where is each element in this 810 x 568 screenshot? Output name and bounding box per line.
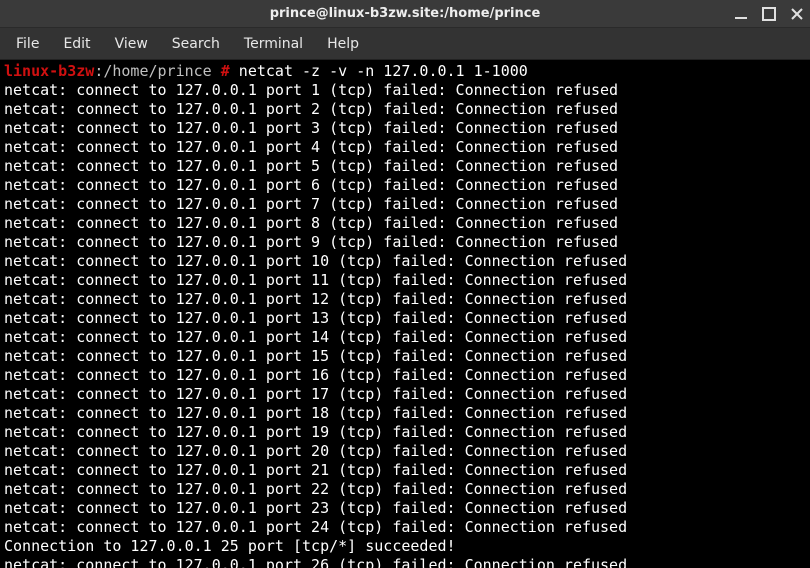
output-line: netcat: connect to 127.0.0.1 port 7 (tcp… bbox=[4, 195, 806, 214]
output-line: netcat: connect to 127.0.0.1 port 15 (tc… bbox=[4, 347, 806, 366]
output-line: netcat: connect to 127.0.0.1 port 2 (tcp… bbox=[4, 100, 806, 119]
window-controls bbox=[734, 0, 804, 28]
output-line: netcat: connect to 127.0.0.1 port 22 (tc… bbox=[4, 480, 806, 499]
menubar: File Edit View Search Terminal Help bbox=[0, 28, 810, 60]
menu-view[interactable]: View bbox=[105, 32, 158, 56]
menu-file[interactable]: File bbox=[6, 32, 49, 56]
prompt-path: :/home/prince bbox=[94, 62, 211, 80]
window-title: prince@linux-b3zw.site:/home/prince bbox=[270, 6, 541, 21]
output-line: netcat: connect to 127.0.0.1 port 23 (tc… bbox=[4, 499, 806, 518]
menu-terminal[interactable]: Terminal bbox=[234, 32, 313, 56]
output-line: netcat: connect to 127.0.0.1 port 26 (tc… bbox=[4, 556, 806, 568]
prompt-host: linux-b3zw bbox=[4, 62, 94, 80]
titlebar: prince@linux-b3zw.site:/home/prince bbox=[0, 0, 810, 28]
output-line: netcat: connect to 127.0.0.1 port 8 (tcp… bbox=[4, 214, 806, 233]
output-line: netcat: connect to 127.0.0.1 port 18 (tc… bbox=[4, 404, 806, 423]
output-line: netcat: connect to 127.0.0.1 port 1 (tcp… bbox=[4, 81, 806, 100]
menu-edit[interactable]: Edit bbox=[53, 32, 100, 56]
output-line: netcat: connect to 127.0.0.1 port 11 (tc… bbox=[4, 271, 806, 290]
close-icon[interactable] bbox=[790, 7, 804, 21]
minimize-icon[interactable] bbox=[734, 7, 748, 21]
terminal-output[interactable]: linux-b3zw:/home/prince # netcat -z -v -… bbox=[0, 60, 810, 568]
output-line: netcat: connect to 127.0.0.1 port 6 (tcp… bbox=[4, 176, 806, 195]
output-line: netcat: connect to 127.0.0.1 port 14 (tc… bbox=[4, 328, 806, 347]
output-line: netcat: connect to 127.0.0.1 port 24 (tc… bbox=[4, 518, 806, 537]
menu-search[interactable]: Search bbox=[162, 32, 230, 56]
output-line: netcat: connect to 127.0.0.1 port 3 (tcp… bbox=[4, 119, 806, 138]
output-line: Connection to 127.0.0.1 25 port [tcp/*] … bbox=[4, 537, 806, 556]
prompt-line: linux-b3zw:/home/prince # netcat -z -v -… bbox=[4, 62, 806, 81]
output-line: netcat: connect to 127.0.0.1 port 17 (tc… bbox=[4, 385, 806, 404]
output-line: netcat: connect to 127.0.0.1 port 20 (tc… bbox=[4, 442, 806, 461]
maximize-icon[interactable] bbox=[762, 7, 776, 21]
output-line: netcat: connect to 127.0.0.1 port 10 (tc… bbox=[4, 252, 806, 271]
output-line: netcat: connect to 127.0.0.1 port 13 (tc… bbox=[4, 309, 806, 328]
output-line: netcat: connect to 127.0.0.1 port 21 (tc… bbox=[4, 461, 806, 480]
command-text: netcat -z -v -n 127.0.0.1 1-1000 bbox=[230, 62, 528, 80]
output-line: netcat: connect to 127.0.0.1 port 16 (tc… bbox=[4, 366, 806, 385]
output-line: netcat: connect to 127.0.0.1 port 5 (tcp… bbox=[4, 157, 806, 176]
output-line: netcat: connect to 127.0.0.1 port 12 (tc… bbox=[4, 290, 806, 309]
menu-help[interactable]: Help bbox=[317, 32, 369, 56]
output-line: netcat: connect to 127.0.0.1 port 9 (tcp… bbox=[4, 233, 806, 252]
output-line: netcat: connect to 127.0.0.1 port 4 (tcp… bbox=[4, 138, 806, 157]
output-line: netcat: connect to 127.0.0.1 port 19 (tc… bbox=[4, 423, 806, 442]
prompt-symbol: # bbox=[212, 62, 230, 80]
